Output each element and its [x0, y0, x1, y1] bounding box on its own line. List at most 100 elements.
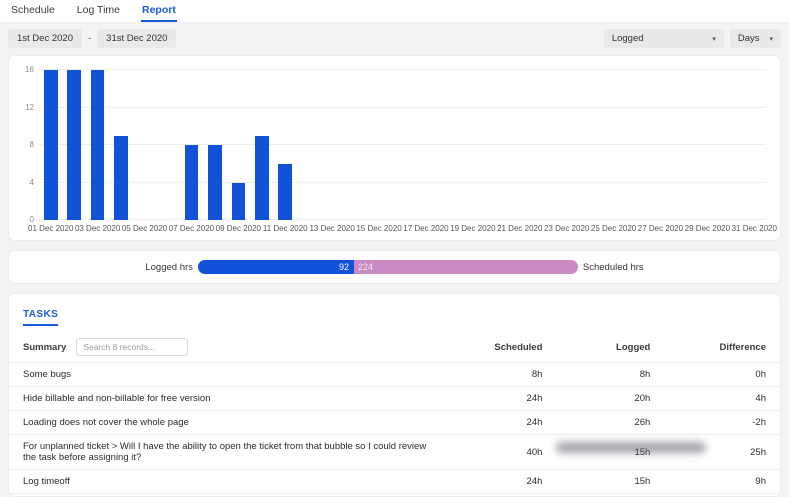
progress-scheduled-segment: 224	[354, 260, 578, 274]
bar-slot	[156, 70, 179, 220]
x-axis-tick-label: 05 Dec 2020	[122, 225, 167, 233]
bar-slot	[250, 70, 273, 220]
bar-slot	[86, 70, 109, 220]
bar-slot	[696, 70, 719, 220]
chart-bar[interactable]	[232, 183, 246, 221]
search-input[interactable]	[76, 338, 188, 356]
x-axis-tick-label: 07 Dec 2020	[169, 225, 214, 233]
bar-slot	[109, 70, 132, 220]
x-axis-tick-label: 19 Dec 2020	[450, 225, 495, 233]
bar-slot	[180, 70, 203, 220]
progress-right-label: Scheduled hrs	[583, 262, 644, 273]
bar-slot	[39, 70, 62, 220]
date-from-button[interactable]: 1st Dec 2020	[8, 29, 82, 48]
bar-slot	[414, 70, 437, 220]
column-header-logged[interactable]: Logged	[556, 332, 664, 363]
bar-slot	[578, 70, 601, 220]
y-axis-tick-label: 4	[17, 179, 34, 187]
bar-slot	[719, 70, 742, 220]
task-cell-logged: 20h	[556, 387, 664, 411]
chart-x-labels: 01 Dec 202003 Dec 202005 Dec 202007 Dec …	[39, 220, 766, 236]
chart-bar[interactable]	[255, 136, 269, 220]
chart-bar[interactable]	[185, 145, 199, 220]
x-axis-tick-label: 27 Dec 2020	[638, 225, 683, 233]
task-cell-summary: Hide billable and non-billable for free …	[9, 387, 441, 411]
task-cell-scheduled: 24h	[441, 411, 557, 435]
tasks-header-row: Summary Scheduled Logged Difference	[9, 332, 780, 363]
x-axis-tick-label: 21 Dec 2020	[497, 225, 542, 233]
column-header-scheduled[interactable]: Scheduled	[441, 332, 557, 363]
progress-card: Logged hrs 92 224 Scheduled hrs	[8, 250, 781, 284]
task-cell-difference: 0h	[664, 363, 780, 387]
date-range: 1st Dec 2020 - 31st Dec 2020	[8, 29, 176, 48]
task-cell-summary: For unplanned ticket > Will I have the a…	[9, 435, 441, 470]
task-cell-logged: 8h	[556, 363, 664, 387]
granularity-select[interactable]: Days ▾	[730, 29, 781, 48]
task-cell-difference: 9h	[664, 470, 780, 494]
tasks-card: TASKS Summary Scheduled Logged Differenc…	[8, 293, 781, 497]
y-axis-tick-label: 16	[17, 66, 34, 74]
x-axis-tick-label: 03 Dec 2020	[75, 225, 120, 233]
bar-slot	[62, 70, 85, 220]
task-cell-scheduled: 40h	[441, 435, 557, 470]
bar-slot	[297, 70, 320, 220]
horizontal-scrollbar-thumb[interactable]	[556, 442, 706, 453]
y-axis-tick-label: 8	[17, 141, 34, 149]
chart-bar[interactable]	[91, 70, 105, 220]
x-axis-tick-label: 09 Dec 2020	[216, 225, 261, 233]
chart-bars	[39, 70, 766, 220]
task-row[interactable]: Hide billable and non-billable for free …	[9, 387, 780, 411]
bar-slot	[555, 70, 578, 220]
date-to-button[interactable]: 31st Dec 2020	[97, 29, 176, 48]
bar-slot	[672, 70, 695, 220]
task-cell-summary: Loading does not cover the whole page	[9, 411, 441, 435]
column-header-summary: Summary	[9, 332, 441, 363]
chart-plot: 0481216	[39, 70, 766, 220]
bar-slot	[391, 70, 414, 220]
column-header-difference[interactable]: Difference	[664, 332, 780, 363]
progress-logged-value: 92	[339, 263, 349, 272]
task-row[interactable]: Loading does not cover the whole page24h…	[9, 411, 780, 435]
x-axis-tick-label: 31 Dec 2020	[732, 225, 777, 233]
chart-card: 0481216 01 Dec 202003 Dec 202005 Dec 202…	[8, 55, 781, 241]
progress-logged-segment: 92	[198, 260, 354, 274]
metric-select[interactable]: Logged ▾	[604, 29, 724, 48]
task-cell-logged: 26h	[556, 411, 664, 435]
bar-slot	[743, 70, 766, 220]
tasks-body: Some bugs8h8h0hHide billable and non-bil…	[9, 363, 780, 494]
task-cell-summary: Some bugs	[9, 363, 441, 387]
top-nav: Schedule Log Time Report	[0, 0, 789, 23]
report-page: { "tabs": [ {"label": "Schedule", "activ…	[0, 0, 789, 450]
metric-select-value: Logged	[612, 33, 644, 44]
bar-slot	[133, 70, 156, 220]
task-row[interactable]: Some bugs8h8h0h	[9, 363, 780, 387]
tab-report[interactable]: Report	[141, 0, 177, 22]
chevron-down-icon: ▾	[712, 35, 716, 43]
task-cell-difference: 4h	[664, 387, 780, 411]
x-axis-tick-label: 15 Dec 2020	[356, 225, 401, 233]
task-cell-scheduled: 8h	[441, 363, 557, 387]
chevron-down-icon: ▾	[769, 35, 773, 43]
bar-slot	[320, 70, 343, 220]
bar-slot	[227, 70, 250, 220]
progress-scheduled-value: 224	[358, 263, 373, 272]
bar-slot	[532, 70, 555, 220]
tab-log-time[interactable]: Log Time	[76, 0, 121, 22]
bar-slot	[508, 70, 531, 220]
x-axis-tick-label: 01 Dec 2020	[28, 225, 73, 233]
date-range-separator: -	[88, 33, 91, 44]
tab-schedule[interactable]: Schedule	[10, 0, 56, 22]
bar-slot	[274, 70, 297, 220]
chart-bar[interactable]	[208, 145, 222, 220]
y-axis-tick-label: 12	[17, 104, 34, 112]
chart-bar[interactable]	[44, 70, 58, 220]
tasks-title-row: TASKS	[9, 304, 780, 326]
task-row[interactable]: Log timeoff24h15h9h	[9, 470, 780, 494]
x-axis-tick-label: 29 Dec 2020	[685, 225, 730, 233]
tasks-title[interactable]: TASKS	[23, 309, 58, 326]
task-cell-scheduled: 24h	[441, 387, 557, 411]
chart-bar[interactable]	[278, 164, 292, 220]
bar-slot	[625, 70, 648, 220]
chart-bar[interactable]	[114, 136, 128, 220]
chart-bar[interactable]	[67, 70, 81, 220]
